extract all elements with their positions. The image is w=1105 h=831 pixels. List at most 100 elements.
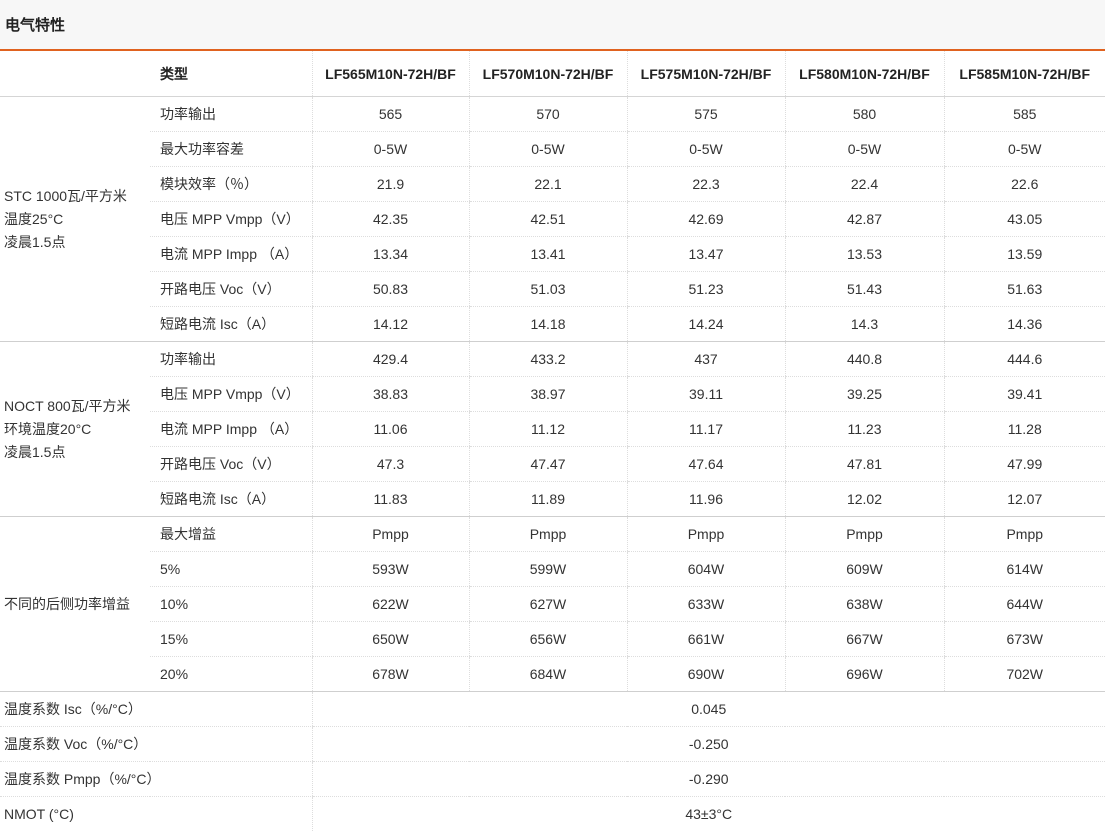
coefficient-row: 温度系数 Isc（%/°C）0.045 (0, 692, 1105, 727)
value-cell: 0-5W (785, 132, 944, 167)
value-cell: 14.24 (627, 307, 785, 342)
value-cell: 444.6 (944, 342, 1105, 377)
value-cell: 22.1 (469, 167, 627, 202)
value-cell: 22.3 (627, 167, 785, 202)
value-cell: 440.8 (785, 342, 944, 377)
value-cell: 0-5W (627, 132, 785, 167)
parameter-label: 模块效率（％） (150, 167, 312, 202)
value-cell: 11.23 (785, 412, 944, 447)
value-cell: 650W (312, 622, 469, 657)
table-row: NOCT 800瓦/平方米环境温度20°C凌晨1.5点功率输出429.4433.… (0, 342, 1105, 377)
coefficient-row: 温度系数 Voc（%/°C）-0.250 (0, 727, 1105, 762)
coefficient-value: 0.045 (312, 692, 1105, 727)
value-cell: 51.23 (627, 272, 785, 307)
value-cell: 575 (627, 97, 785, 132)
value-cell: 14.36 (944, 307, 1105, 342)
type-header: 类型 (150, 51, 312, 97)
value-cell: 11.12 (469, 412, 627, 447)
value-cell: 14.3 (785, 307, 944, 342)
value-cell: 42.87 (785, 202, 944, 237)
table-row: 电压 MPP Vmpp（V）42.3542.5142.6942.8743.05 (0, 202, 1105, 237)
value-cell: Pmpp (469, 517, 627, 552)
value-cell: 13.47 (627, 237, 785, 272)
parameter-label: 5% (150, 552, 312, 587)
table-row: 模块效率（％）21.922.122.322.422.6 (0, 167, 1105, 202)
value-cell: 633W (627, 587, 785, 622)
coefficient-label: 温度系数 Pmpp（%/°C） (0, 762, 312, 797)
parameter-label: 短路电流 Isc（A） (150, 307, 312, 342)
value-cell: 51.63 (944, 272, 1105, 307)
model-header: LF585M10N-72H/BF (944, 51, 1105, 97)
value-cell: 678W (312, 657, 469, 692)
value-cell: 684W (469, 657, 627, 692)
coefficient-value: 43±3°C (312, 797, 1105, 831)
value-cell: 702W (944, 657, 1105, 692)
value-cell: 51.43 (785, 272, 944, 307)
value-cell: 11.96 (627, 482, 785, 517)
value-cell: Pmpp (312, 517, 469, 552)
table-row: 电流 MPP Impp （A）13.3413.4113.4713.5313.59 (0, 237, 1105, 272)
value-cell: 604W (627, 552, 785, 587)
parameter-label: 最大增益 (150, 517, 312, 552)
value-cell: 570 (469, 97, 627, 132)
parameter-label: 功率输出 (150, 342, 312, 377)
coefficient-row: NMOT (°C)43±3°C (0, 797, 1105, 831)
value-cell: 13.34 (312, 237, 469, 272)
value-cell: 22.4 (785, 167, 944, 202)
value-cell: 661W (627, 622, 785, 657)
parameter-label: 电压 MPP Vmpp（V） (150, 377, 312, 412)
value-cell: 39.41 (944, 377, 1105, 412)
condition-group-cell: 不同的后侧功率增益 (0, 517, 150, 692)
table-header-row: 类型 LF565M10N-72H/BF LF570M10N-72H/BF LF5… (0, 51, 1105, 97)
value-cell: 656W (469, 622, 627, 657)
header-blank-cell (0, 51, 150, 97)
table-row: 最大功率容差0-5W0-5W0-5W0-5W0-5W (0, 132, 1105, 167)
value-cell: 11.89 (469, 482, 627, 517)
table-row: 5%593W599W604W609W614W (0, 552, 1105, 587)
page-title: 电气特性 (5, 14, 65, 35)
value-cell: 622W (312, 587, 469, 622)
condition-line: 凌晨1.5点 (4, 441, 150, 464)
parameter-label: 开路电压 Voc（V） (150, 447, 312, 482)
table-row: 开路电压 Voc（V）47.347.4747.6447.8147.99 (0, 447, 1105, 482)
condition-group-cell: NOCT 800瓦/平方米环境温度20°C凌晨1.5点 (0, 342, 150, 517)
value-cell: 580 (785, 97, 944, 132)
condition-line: 不同的后侧功率增益 (4, 593, 150, 616)
model-header: LF580M10N-72H/BF (785, 51, 944, 97)
value-cell: 614W (944, 552, 1105, 587)
value-cell: 12.07 (944, 482, 1105, 517)
value-cell: 50.83 (312, 272, 469, 307)
specs-table-body: STC 1000瓦/平方米温度25°C凌晨1.5点功率输出56557057558… (0, 97, 1105, 831)
value-cell: 437 (627, 342, 785, 377)
specs-table: 类型 LF565M10N-72H/BF LF570M10N-72H/BF LF5… (0, 51, 1105, 831)
value-cell: 638W (785, 587, 944, 622)
value-cell: 47.3 (312, 447, 469, 482)
value-cell: 599W (469, 552, 627, 587)
coefficient-label: NMOT (°C) (0, 797, 312, 831)
value-cell: 13.53 (785, 237, 944, 272)
coefficient-row: 温度系数 Pmpp（%/°C）-0.290 (0, 762, 1105, 797)
value-cell: 565 (312, 97, 469, 132)
value-cell: 14.12 (312, 307, 469, 342)
value-cell: 14.18 (469, 307, 627, 342)
coefficient-label: 温度系数 Isc（%/°C） (0, 692, 312, 727)
parameter-label: 电流 MPP Impp （A） (150, 412, 312, 447)
value-cell: 42.35 (312, 202, 469, 237)
table-row: STC 1000瓦/平方米温度25°C凌晨1.5点功率输出56557057558… (0, 97, 1105, 132)
parameter-label: 开路电压 Voc（V） (150, 272, 312, 307)
section-header: 电气特性 (0, 0, 1105, 51)
table-row: 短路电流 Isc（A）14.1214.1814.2414.314.36 (0, 307, 1105, 342)
model-header: LF565M10N-72H/BF (312, 51, 469, 97)
value-cell: 21.9 (312, 167, 469, 202)
value-cell: 47.47 (469, 447, 627, 482)
value-cell: 433.2 (469, 342, 627, 377)
value-cell: 38.97 (469, 377, 627, 412)
value-cell: 38.83 (312, 377, 469, 412)
value-cell: 0-5W (469, 132, 627, 167)
value-cell: 0-5W (312, 132, 469, 167)
value-cell: 11.17 (627, 412, 785, 447)
value-cell: 690W (627, 657, 785, 692)
value-cell: 696W (785, 657, 944, 692)
table-row: 10%622W627W633W638W644W (0, 587, 1105, 622)
condition-line: 环境温度20°C (4, 418, 150, 441)
